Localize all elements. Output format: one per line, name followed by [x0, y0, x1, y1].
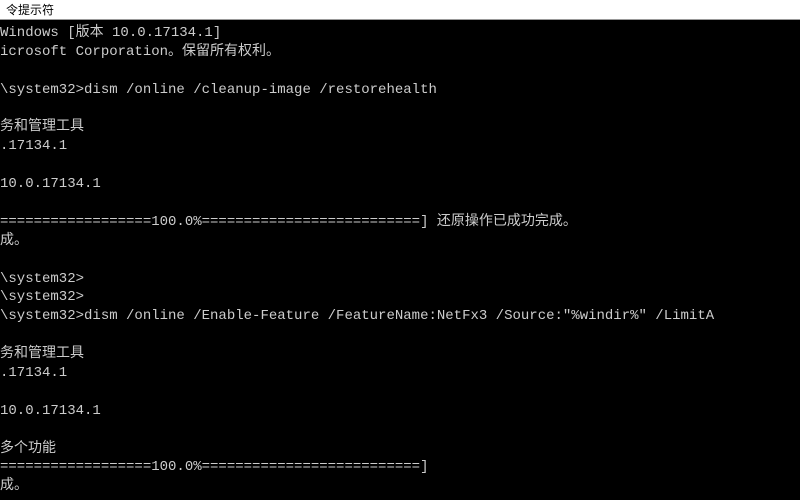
terminal-line — [0, 383, 800, 402]
terminal-line — [0, 100, 800, 119]
terminal-line: 多个功能 — [0, 440, 800, 459]
window-title: 令提示符 — [6, 3, 54, 17]
terminal-line: Windows [版本 10.0.17134.1] — [0, 24, 800, 43]
terminal-line: \system32> — [0, 288, 800, 307]
terminal-line: \system32>dism /online /Enable-Feature /… — [0, 307, 800, 326]
terminal-line — [0, 421, 800, 440]
terminal-line: 10.0.17134.1 — [0, 402, 800, 421]
terminal-line: 务和管理工具 — [0, 345, 800, 364]
terminal-line: ==================100.0%================… — [0, 213, 800, 232]
terminal-line: ==================100.0%================… — [0, 458, 800, 477]
title-bar: 令提示符 — [0, 0, 800, 20]
terminal-line: 务和管理工具 — [0, 118, 800, 137]
terminal-line — [0, 62, 800, 81]
terminal-line: 成。 — [0, 232, 800, 251]
terminal-line — [0, 156, 800, 175]
terminal-line: .17134.1 — [0, 364, 800, 383]
terminal-line: .17134.1 — [0, 137, 800, 156]
terminal-line: icrosoft Corporation。保留所有权利。 — [0, 43, 800, 62]
terminal-line — [0, 251, 800, 270]
terminal-line: \system32>dism /online /cleanup-image /r… — [0, 81, 800, 100]
terminal-line: \system32> — [0, 270, 800, 289]
terminal-line: 成。 — [0, 477, 800, 496]
terminal-output[interactable]: Windows [版本 10.0.17134.1]icrosoft Corpor… — [0, 20, 800, 500]
terminal-line: 10.0.17134.1 — [0, 175, 800, 194]
terminal-line — [0, 326, 800, 345]
terminal-line — [0, 496, 800, 500]
terminal-line — [0, 194, 800, 213]
